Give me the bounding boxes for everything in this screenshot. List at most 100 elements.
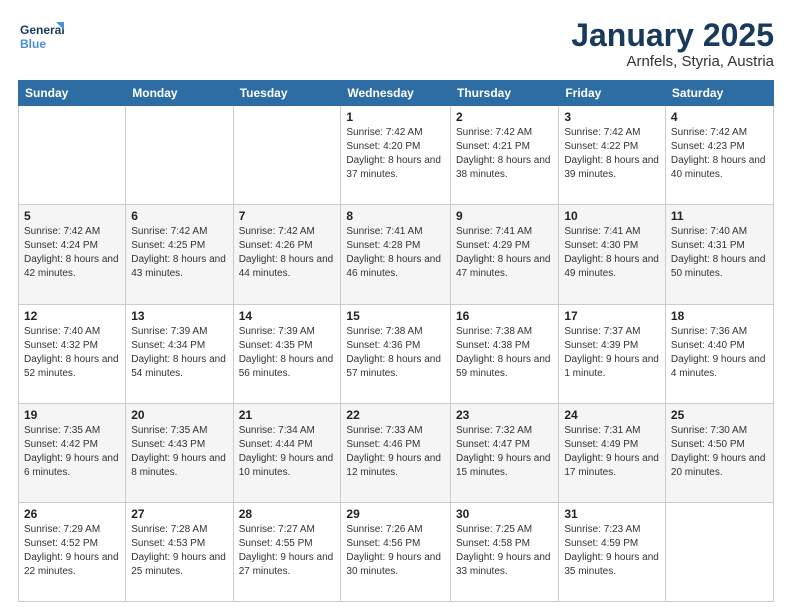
day-info: Sunrise: 7:42 AMSunset: 4:20 PMDaylight:… — [346, 127, 441, 180]
day-number: 6 — [131, 209, 227, 223]
cal-cell-w4-d0: 19 Sunrise: 7:35 AMSunset: 4:42 PMDaylig… — [19, 403, 126, 502]
day-number: 2 — [456, 110, 553, 124]
cal-cell-w5-d5: 31 Sunrise: 7:23 AMSunset: 4:59 PMDaylig… — [559, 502, 666, 601]
day-info: Sunrise: 7:34 AMSunset: 4:44 PMDaylight:… — [239, 425, 334, 478]
cal-cell-w2-d1: 6 Sunrise: 7:42 AMSunset: 4:25 PMDayligh… — [126, 205, 233, 304]
day-number: 5 — [24, 209, 120, 223]
cal-cell-w5-d4: 30 Sunrise: 7:25 AMSunset: 4:58 PMDaylig… — [450, 502, 558, 601]
day-number: 14 — [239, 309, 336, 323]
logo: General Blue — [18, 18, 68, 56]
cal-cell-w5-d1: 27 Sunrise: 7:28 AMSunset: 4:53 PMDaylig… — [126, 502, 233, 601]
day-info: Sunrise: 7:32 AMSunset: 4:47 PMDaylight:… — [456, 425, 551, 478]
weekday-header-monday: Monday — [126, 81, 233, 106]
cal-cell-w1-d0 — [19, 106, 126, 205]
day-number: 8 — [346, 209, 445, 223]
weekday-header-thursday: Thursday — [450, 81, 558, 106]
weekday-header-row: SundayMondayTuesdayWednesdayThursdayFrid… — [19, 81, 774, 106]
cal-cell-w3-d2: 14 Sunrise: 7:39 AMSunset: 4:35 PMDaylig… — [233, 304, 341, 403]
day-info: Sunrise: 7:42 AMSunset: 4:24 PMDaylight:… — [24, 226, 119, 279]
day-info: Sunrise: 7:42 AMSunset: 4:22 PMDaylight:… — [564, 127, 659, 180]
cal-cell-w2-d6: 11 Sunrise: 7:40 AMSunset: 4:31 PMDaylig… — [665, 205, 773, 304]
cal-cell-w1-d4: 2 Sunrise: 7:42 AMSunset: 4:21 PMDayligh… — [450, 106, 558, 205]
weekday-header-tuesday: Tuesday — [233, 81, 341, 106]
day-number: 27 — [131, 507, 227, 521]
day-info: Sunrise: 7:26 AMSunset: 4:56 PMDaylight:… — [346, 524, 441, 577]
week-row-1: 1 Sunrise: 7:42 AMSunset: 4:20 PMDayligh… — [19, 106, 774, 205]
page: General Blue January 2025 Arnfels, Styri… — [0, 0, 792, 612]
week-row-3: 12 Sunrise: 7:40 AMSunset: 4:32 PMDaylig… — [19, 304, 774, 403]
cal-cell-w5-d0: 26 Sunrise: 7:29 AMSunset: 4:52 PMDaylig… — [19, 502, 126, 601]
day-number: 12 — [24, 309, 120, 323]
day-info: Sunrise: 7:30 AMSunset: 4:50 PMDaylight:… — [671, 425, 766, 478]
cal-cell-w3-d4: 16 Sunrise: 7:38 AMSunset: 4:38 PMDaylig… — [450, 304, 558, 403]
day-info: Sunrise: 7:38 AMSunset: 4:38 PMDaylight:… — [456, 326, 551, 379]
cal-cell-w1-d6: 4 Sunrise: 7:42 AMSunset: 4:23 PMDayligh… — [665, 106, 773, 205]
calendar-table: SundayMondayTuesdayWednesdayThursdayFrid… — [18, 80, 774, 602]
cal-cell-w3-d6: 18 Sunrise: 7:36 AMSunset: 4:40 PMDaylig… — [665, 304, 773, 403]
cal-cell-w3-d1: 13 Sunrise: 7:39 AMSunset: 4:34 PMDaylig… — [126, 304, 233, 403]
day-number: 11 — [671, 209, 768, 223]
day-number: 7 — [239, 209, 336, 223]
cal-cell-w1-d3: 1 Sunrise: 7:42 AMSunset: 4:20 PMDayligh… — [341, 106, 451, 205]
cal-cell-w1-d2 — [233, 106, 341, 205]
day-info: Sunrise: 7:29 AMSunset: 4:52 PMDaylight:… — [24, 524, 119, 577]
day-number: 20 — [131, 408, 227, 422]
cal-cell-w4-d3: 22 Sunrise: 7:33 AMSunset: 4:46 PMDaylig… — [341, 403, 451, 502]
day-info: Sunrise: 7:27 AMSunset: 4:55 PMDaylight:… — [239, 524, 334, 577]
cal-cell-w4-d6: 25 Sunrise: 7:30 AMSunset: 4:50 PMDaylig… — [665, 403, 773, 502]
header: General Blue January 2025 Arnfels, Styri… — [18, 18, 774, 70]
day-info: Sunrise: 7:37 AMSunset: 4:39 PMDaylight:… — [564, 326, 659, 379]
day-info: Sunrise: 7:41 AMSunset: 4:29 PMDaylight:… — [456, 226, 551, 279]
day-number: 17 — [564, 309, 660, 323]
day-number: 10 — [564, 209, 660, 223]
day-number: 29 — [346, 507, 445, 521]
day-number: 18 — [671, 309, 768, 323]
day-number: 19 — [24, 408, 120, 422]
cal-cell-w2-d0: 5 Sunrise: 7:42 AMSunset: 4:24 PMDayligh… — [19, 205, 126, 304]
week-row-5: 26 Sunrise: 7:29 AMSunset: 4:52 PMDaylig… — [19, 502, 774, 601]
day-number: 4 — [671, 110, 768, 124]
day-number: 13 — [131, 309, 227, 323]
day-info: Sunrise: 7:35 AMSunset: 4:42 PMDaylight:… — [24, 425, 119, 478]
week-row-4: 19 Sunrise: 7:35 AMSunset: 4:42 PMDaylig… — [19, 403, 774, 502]
cal-cell-w1-d1 — [126, 106, 233, 205]
day-number: 15 — [346, 309, 445, 323]
day-info: Sunrise: 7:39 AMSunset: 4:34 PMDaylight:… — [131, 326, 226, 379]
day-number: 24 — [564, 408, 660, 422]
svg-text:Blue: Blue — [20, 37, 46, 51]
day-number: 31 — [564, 507, 660, 521]
day-number: 28 — [239, 507, 336, 521]
weekday-header-saturday: Saturday — [665, 81, 773, 106]
week-row-2: 5 Sunrise: 7:42 AMSunset: 4:24 PMDayligh… — [19, 205, 774, 304]
cal-cell-w4-d2: 21 Sunrise: 7:34 AMSunset: 4:44 PMDaylig… — [233, 403, 341, 502]
day-info: Sunrise: 7:35 AMSunset: 4:43 PMDaylight:… — [131, 425, 226, 478]
cal-cell-w5-d3: 29 Sunrise: 7:26 AMSunset: 4:56 PMDaylig… — [341, 502, 451, 601]
cal-cell-w3-d0: 12 Sunrise: 7:40 AMSunset: 4:32 PMDaylig… — [19, 304, 126, 403]
day-info: Sunrise: 7:33 AMSunset: 4:46 PMDaylight:… — [346, 425, 441, 478]
day-info: Sunrise: 7:40 AMSunset: 4:31 PMDaylight:… — [671, 226, 766, 279]
day-info: Sunrise: 7:25 AMSunset: 4:58 PMDaylight:… — [456, 524, 551, 577]
day-info: Sunrise: 7:42 AMSunset: 4:23 PMDaylight:… — [671, 127, 766, 180]
cal-cell-w4-d5: 24 Sunrise: 7:31 AMSunset: 4:49 PMDaylig… — [559, 403, 666, 502]
day-info: Sunrise: 7:40 AMSunset: 4:32 PMDaylight:… — [24, 326, 119, 379]
day-number: 1 — [346, 110, 445, 124]
cal-cell-w1-d5: 3 Sunrise: 7:42 AMSunset: 4:22 PMDayligh… — [559, 106, 666, 205]
day-number: 3 — [564, 110, 660, 124]
title-block: January 2025 Arnfels, Styria, Austria — [571, 18, 774, 70]
day-info: Sunrise: 7:41 AMSunset: 4:30 PMDaylight:… — [564, 226, 659, 279]
weekday-header-friday: Friday — [559, 81, 666, 106]
day-info: Sunrise: 7:38 AMSunset: 4:36 PMDaylight:… — [346, 326, 441, 379]
day-number: 9 — [456, 209, 553, 223]
cal-cell-w2-d4: 9 Sunrise: 7:41 AMSunset: 4:29 PMDayligh… — [450, 205, 558, 304]
day-info: Sunrise: 7:36 AMSunset: 4:40 PMDaylight:… — [671, 326, 766, 379]
day-info: Sunrise: 7:39 AMSunset: 4:35 PMDaylight:… — [239, 326, 334, 379]
day-info: Sunrise: 7:28 AMSunset: 4:53 PMDaylight:… — [131, 524, 226, 577]
day-number: 16 — [456, 309, 553, 323]
cal-cell-w5-d2: 28 Sunrise: 7:27 AMSunset: 4:55 PMDaylig… — [233, 502, 341, 601]
cal-cell-w5-d6 — [665, 502, 773, 601]
cal-cell-w3-d5: 17 Sunrise: 7:37 AMSunset: 4:39 PMDaylig… — [559, 304, 666, 403]
calendar-title: January 2025 — [571, 18, 774, 53]
weekday-header-sunday: Sunday — [19, 81, 126, 106]
day-info: Sunrise: 7:31 AMSunset: 4:49 PMDaylight:… — [564, 425, 659, 478]
calendar-subtitle: Arnfels, Styria, Austria — [571, 53, 774, 70]
